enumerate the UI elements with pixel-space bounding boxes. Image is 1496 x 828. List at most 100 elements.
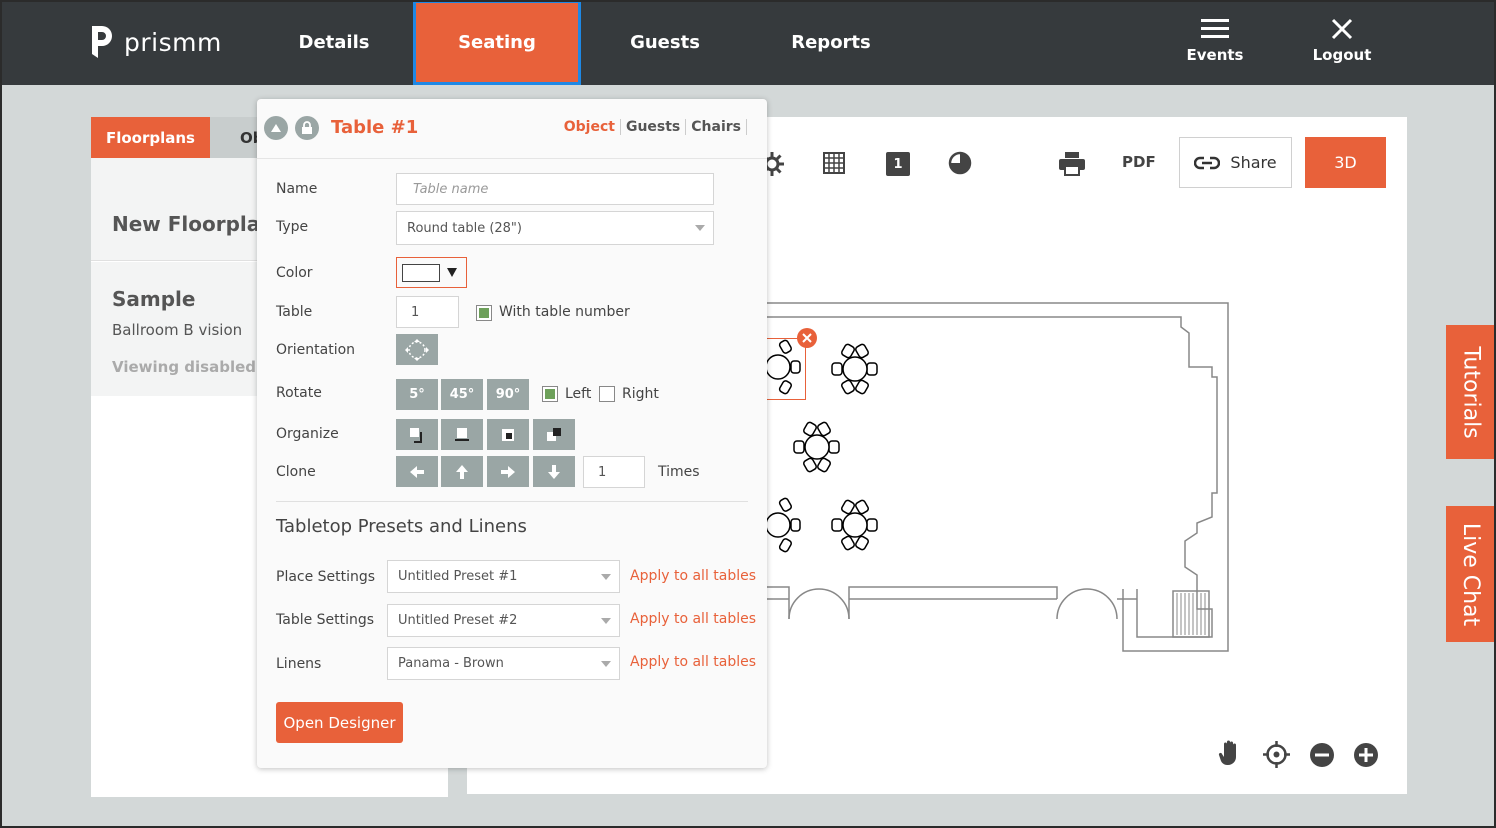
table-settings-select[interactable]: Untitled Preset #2 — [387, 604, 620, 637]
logout-button[interactable]: Logout — [1297, 18, 1387, 64]
with-table-number-label: With table number — [499, 304, 630, 320]
arrow-up-icon — [456, 464, 468, 479]
rotate-label: Rotate — [276, 385, 322, 401]
clone-right-button[interactable] — [487, 456, 529, 487]
color-swatch — [402, 264, 440, 282]
linens-select[interactable]: Panama - Brown — [387, 647, 620, 680]
popup-tabs: Object Guests Chairs — [559, 119, 747, 135]
send-backward-button[interactable] — [487, 419, 529, 450]
floorplan-subtitle: Ballroom B vision — [112, 321, 243, 339]
organize-label: Organize — [276, 426, 339, 442]
apply-place-settings-link[interactable]: Apply to all tables — [630, 568, 756, 584]
table-name-input[interactable]: Table name — [396, 173, 714, 205]
pan-hand-icon[interactable] — [1218, 739, 1242, 767]
top-navigation-bar: prismm Details Seating Guests Reports Ev… — [0, 0, 1496, 85]
place-settings-label: Place Settings — [276, 569, 376, 585]
pdf-button[interactable]: PDF — [1122, 153, 1156, 171]
rotate-left-label: Left — [565, 386, 592, 402]
tab-floorplans[interactable]: Floorplans — [91, 117, 210, 158]
events-button[interactable]: Events — [1170, 18, 1260, 64]
apply-linens-link[interactable]: Apply to all tables — [630, 654, 756, 670]
nav-tab-details[interactable]: Details — [251, 0, 417, 85]
send-backward-icon — [502, 428, 514, 441]
share-button[interactable]: Share — [1179, 137, 1292, 188]
clone-down-button[interactable] — [533, 456, 575, 487]
hamburger-menu-icon — [1201, 19, 1229, 38]
bring-to-front-button[interactable] — [396, 419, 438, 450]
open-designer-button[interactable]: Open Designer — [276, 702, 403, 743]
nav-tab-guests[interactable]: Guests — [582, 0, 748, 85]
chevron-down-icon — [601, 660, 611, 667]
tab-chairs[interactable]: Chairs — [686, 119, 747, 135]
tutorials-label: Tutorials — [1458, 345, 1484, 439]
type-label: Type — [276, 219, 309, 235]
with-table-number-checkbox[interactable] — [476, 305, 492, 321]
bring-to-front-icon — [410, 427, 422, 443]
clone-label: Clone — [276, 464, 316, 480]
table-type-value: Round table (28") — [407, 220, 522, 236]
chevron-down-icon — [695, 225, 705, 231]
table-number-toggle[interactable]: 1 — [886, 152, 910, 176]
place-settings-value: Untitled Preset #1 — [398, 569, 518, 584]
bring-forward-button[interactable] — [441, 419, 483, 450]
send-to-back-button[interactable] — [533, 419, 575, 450]
round-table-4[interactable] — [763, 497, 807, 553]
orientation-arrows-icon — [405, 338, 429, 361]
tab-object[interactable]: Object — [559, 119, 621, 135]
arrow-left-icon — [410, 465, 424, 478]
rotate-90-button[interactable]: 90° — [487, 379, 529, 410]
zoom-in-icon[interactable] — [1353, 742, 1379, 768]
rotate-left-checkbox[interactable] — [542, 386, 558, 402]
floorplan-title: Sample — [112, 287, 196, 311]
orientation-button[interactable] — [396, 334, 438, 365]
rotate-5-button[interactable]: 5° — [396, 379, 438, 410]
brand-logo[interactable]: prismm — [90, 26, 222, 58]
brand-name: prismm — [124, 27, 222, 57]
table-settings-label: Table Settings — [276, 612, 375, 628]
lock-button[interactable] — [295, 116, 319, 140]
live-chat-tab[interactable]: Live Chat — [1446, 506, 1496, 642]
color-picker[interactable] — [396, 257, 467, 288]
logout-label: Logout — [1312, 46, 1372, 64]
collapse-button[interactable] — [264, 116, 288, 140]
times-label: Times — [658, 464, 700, 480]
recenter-crosshair-icon[interactable] — [1263, 741, 1290, 768]
place-settings-select[interactable]: Untitled Preset #1 — [387, 560, 620, 593]
pie-chart-icon[interactable] — [948, 151, 972, 175]
linens-value: Panama - Brown — [398, 656, 504, 671]
tab-guests[interactable]: Guests — [621, 119, 687, 135]
3d-view-button[interactable]: 3D — [1305, 137, 1386, 188]
rotate-45-button[interactable]: 45° — [441, 379, 483, 410]
round-table-2[interactable] — [827, 341, 887, 397]
zoom-out-icon[interactable] — [1309, 742, 1335, 768]
clone-times-input[interactable]: 1 — [583, 456, 645, 488]
chevron-down-icon — [601, 573, 611, 580]
color-label: Color — [276, 265, 313, 281]
chevron-down-icon — [601, 617, 611, 624]
tutorials-tab[interactable]: Tutorials — [1446, 325, 1496, 459]
floorplan-title: New Floorplan — [112, 212, 275, 236]
table-settings-value: Untitled Preset #2 — [398, 613, 518, 628]
rotate-right-checkbox[interactable] — [599, 386, 615, 402]
table-number-input[interactable]: 1 — [396, 296, 459, 328]
round-table-5[interactable] — [827, 497, 887, 553]
floorplan-note: Viewing disabled in — [112, 358, 278, 376]
clone-up-button[interactable] — [441, 456, 483, 487]
table-label: Table — [276, 304, 313, 320]
linens-label: Linens — [276, 656, 322, 672]
round-table-3[interactable] — [789, 419, 849, 475]
print-icon[interactable] — [1059, 152, 1085, 176]
close-icon — [1331, 18, 1353, 40]
arrow-right-icon — [501, 465, 515, 478]
live-chat-label: Live Chat — [1458, 522, 1484, 626]
nav-tab-reports[interactable]: Reports — [748, 0, 914, 85]
share-label: Share — [1230, 153, 1277, 172]
round-table-1[interactable] — [763, 339, 807, 395]
grid-icon[interactable] — [823, 152, 845, 174]
table-properties-popup: Table #1 Object Guests Chairs Name Table… — [257, 99, 767, 768]
nav-tab-seating[interactable]: Seating — [413, 0, 581, 85]
popup-title: Table #1 — [331, 117, 419, 138]
clone-left-button[interactable] — [396, 456, 438, 487]
table-type-select[interactable]: Round table (28") — [396, 211, 714, 245]
apply-table-settings-link[interactable]: Apply to all tables — [630, 611, 756, 627]
